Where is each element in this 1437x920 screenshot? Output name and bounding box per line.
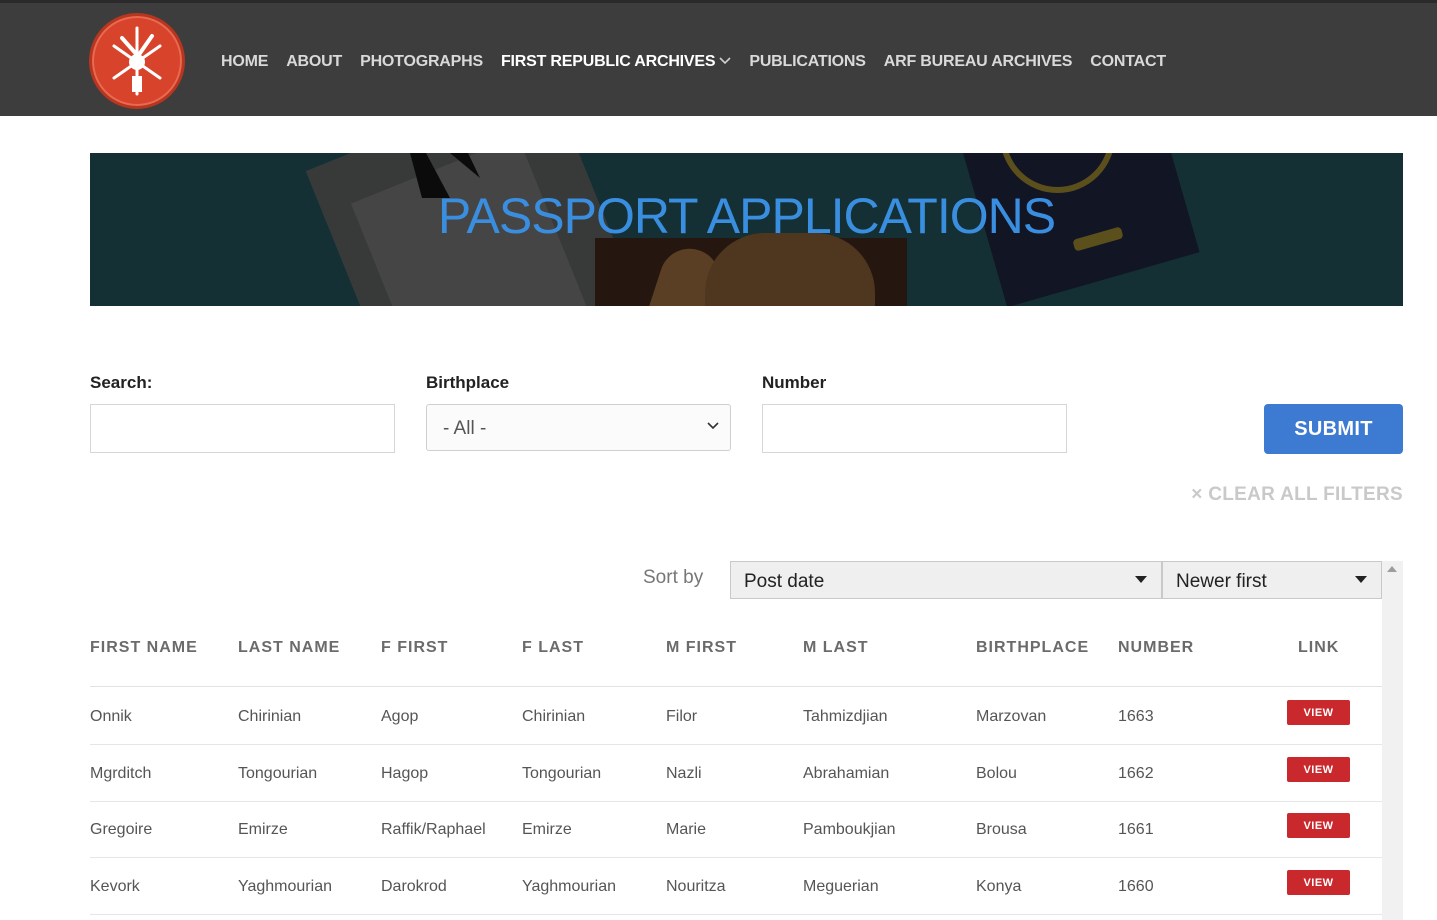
table-row: Gregoire Emirze Raffik/Raphael Emirze Ma…: [90, 801, 1382, 858]
cell-last-name: Emirze: [238, 821, 288, 838]
cell-m-last: Pamboukjian: [803, 821, 896, 838]
nav-first-republic-archives[interactable]: FIRST REPUBLIC ARCHIVES: [501, 51, 731, 73]
nav-first-republic-archives-label: FIRST REPUBLIC ARCHIVES: [500, 53, 716, 70]
chevron-down-icon: [719, 56, 731, 68]
search-input[interactable]: [90, 404, 395, 453]
birthplace-label: Birthplace: [426, 373, 510, 392]
sort-by-label: Sort by: [643, 567, 704, 588]
cell-last-name: Chirinian: [238, 708, 302, 725]
cell-f-first: Darokrod: [381, 878, 447, 895]
number-input[interactable]: [762, 404, 1067, 453]
column-header-first-name[interactable]: FIRST NAME: [90, 639, 198, 657]
search-label: Search:: [90, 373, 153, 392]
nav-home[interactable]: HOME: [221, 51, 268, 73]
cell-f-last: Yaghmourian: [522, 878, 616, 895]
cell-f-first: Raffik/Raphael: [381, 821, 486, 838]
sort-order-value: Newer first: [1176, 571, 1267, 592]
sort-field-select[interactable]: Post date: [730, 561, 1162, 599]
cell-last-name: Tongourian: [238, 765, 318, 782]
view-button[interactable]: VIEW: [1287, 757, 1350, 782]
cell-number: 1661: [1118, 821, 1154, 838]
cell-f-last: Chirinian: [522, 708, 586, 725]
site-logo[interactable]: [89, 13, 185, 109]
cell-birthplace: Marzovan: [976, 708, 1047, 725]
birthplace-select[interactable]: - All -: [426, 404, 731, 451]
cell-last-name: Yaghmourian: [238, 878, 332, 895]
cell-m-first: Marie: [666, 821, 707, 838]
page-title: PASSPORT APPLICATIONS: [437, 188, 1056, 244]
column-header-f-last[interactable]: F LAST: [522, 639, 584, 657]
chevron-down-icon: [707, 418, 719, 430]
cell-m-last: Tahmizdjian: [803, 708, 888, 725]
cell-f-last: Tongourian: [522, 765, 602, 782]
nav-about[interactable]: ABOUT: [286, 51, 342, 73]
nav-photographs[interactable]: PHOTOGRAPHS: [360, 51, 483, 73]
cell-first-name: Mgrditch: [90, 765, 152, 782]
table-row: Mgrditch Tongourian Hagop Tongourian Naz…: [90, 745, 1382, 802]
cell-m-first: Nouritza: [666, 878, 726, 895]
cell-f-first: Agop: [381, 708, 419, 725]
sort-field-value: Post date: [744, 571, 825, 592]
table-row: Onnik Chirinian Agop Chirinian Filor Tah…: [90, 688, 1382, 745]
column-header-m-last[interactable]: M LAST: [803, 639, 869, 657]
cell-m-last: Meguerian: [803, 878, 879, 895]
cell-m-last: Abrahamian: [803, 765, 890, 782]
view-button[interactable]: VIEW: [1287, 700, 1350, 725]
cell-birthplace: Brousa: [976, 821, 1027, 838]
cell-number: 1663: [1118, 708, 1154, 725]
column-header-f-first[interactable]: F FIRST: [381, 639, 448, 657]
table-header-divider: [90, 686, 1382, 687]
cell-m-first: Nazli: [666, 765, 702, 782]
view-button[interactable]: VIEW: [1287, 813, 1350, 838]
column-header-link: LINK: [1298, 639, 1340, 656]
table-row: Kevork Yaghmourian Darokrod Yaghmourian …: [90, 858, 1382, 915]
cell-f-first: Hagop: [381, 765, 429, 782]
main-nav: HOME ABOUT PHOTOGRAPHS FIRST REPUBLIC AR…: [221, 51, 1184, 73]
cell-number: 1662: [1118, 765, 1154, 782]
caret-down-icon: [1135, 576, 1147, 583]
submit-button[interactable]: SUBMIT: [1264, 404, 1403, 454]
table-scrollbar[interactable]: [1382, 561, 1403, 920]
cell-m-first: Filor: [666, 708, 698, 725]
cell-first-name: Gregoire: [90, 821, 153, 838]
nav-contact[interactable]: CONTACT: [1090, 51, 1166, 73]
logo-emblem-icon: [112, 26, 162, 96]
cell-birthplace: Bolou: [976, 765, 1017, 782]
cell-number: 1660: [1118, 878, 1154, 895]
scroll-up-arrow-icon[interactable]: [1387, 566, 1397, 572]
view-button[interactable]: VIEW: [1287, 870, 1350, 895]
site-header: HOME ABOUT PHOTOGRAPHS FIRST REPUBLIC AR…: [0, 0, 1437, 116]
sort-order-select[interactable]: Newer first: [1162, 561, 1382, 599]
number-label: Number: [762, 373, 827, 392]
cell-first-name: Kevork: [90, 878, 140, 895]
cell-f-last: Emirze: [522, 821, 572, 838]
column-header-m-first[interactable]: M FIRST: [666, 639, 737, 657]
column-header-last-name[interactable]: LAST NAME: [238, 639, 340, 657]
cell-birthplace: Konya: [976, 878, 1022, 895]
hero-banner: PASSPORT APPLICATIONS: [90, 153, 1403, 306]
caret-down-icon: [1355, 576, 1367, 583]
nav-publications[interactable]: PUBLICATIONS: [749, 51, 866, 73]
column-header-birthplace[interactable]: BIRTHPLACE: [976, 639, 1089, 657]
clear-all-filters-link[interactable]: × CLEAR ALL FILTERS: [1191, 484, 1403, 506]
nav-arf-bureau-archives[interactable]: ARF BUREAU ARCHIVES: [884, 51, 1073, 73]
cell-first-name: Onnik: [90, 708, 132, 725]
birthplace-selected-value: - All -: [443, 418, 487, 439]
column-header-number[interactable]: NUMBER: [1118, 639, 1194, 657]
